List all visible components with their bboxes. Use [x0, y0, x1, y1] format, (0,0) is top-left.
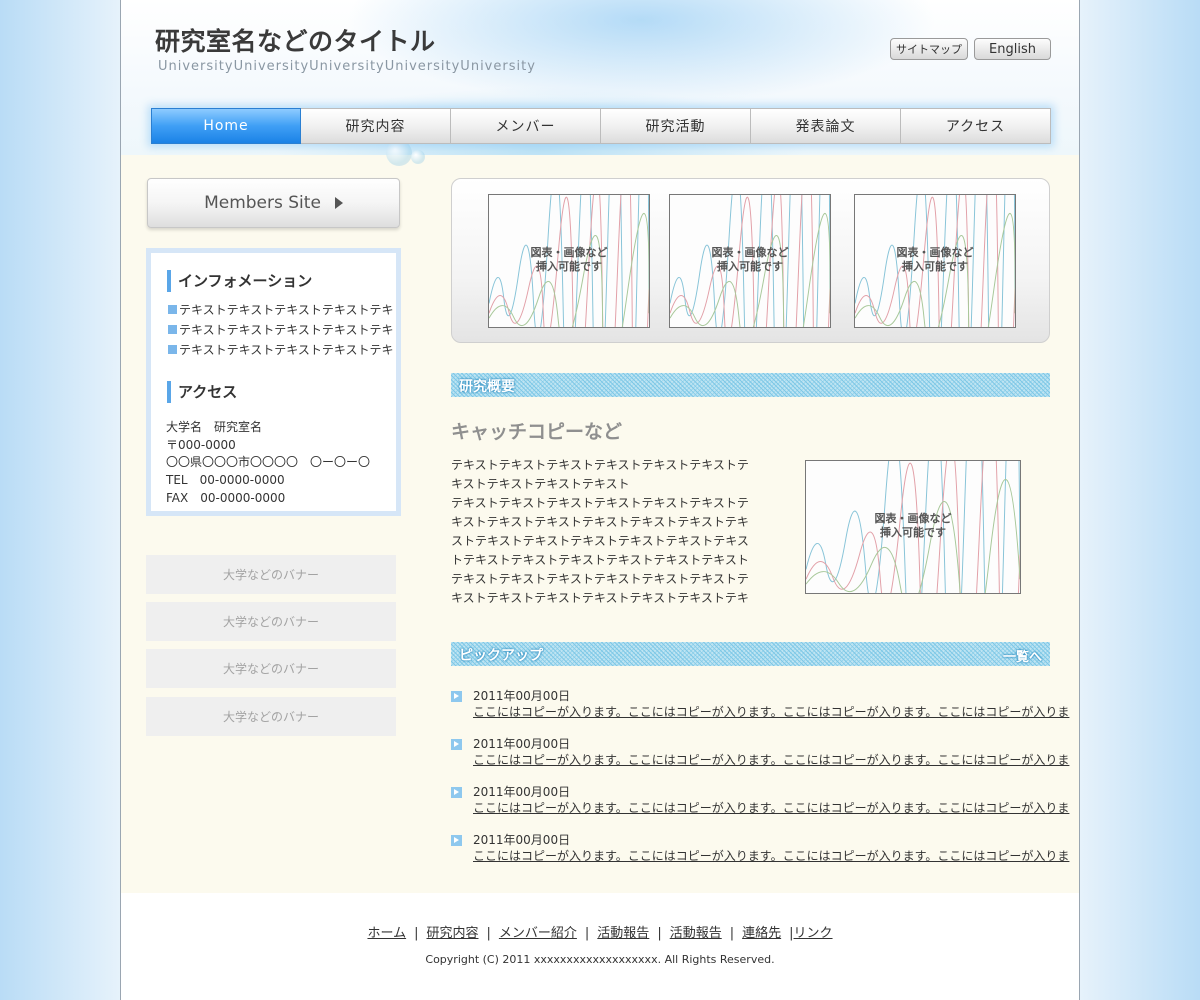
site-subtitle: UniversityUniversityUniversityUniversity… — [158, 59, 536, 74]
address-line: 〇〇県〇〇〇市〇〇〇〇 〇ー〇ー〇 — [166, 455, 371, 469]
overview-section-heading: 研究概要 — [451, 373, 1050, 397]
page-container: 研究室名などのタイトル UniversityUniversityUniversi… — [120, 0, 1080, 1000]
news-link[interactable]: ここにはコピーが入ります。ここにはコピーが入ります。ここにはコピーが入ります。こ… — [473, 703, 1069, 720]
info-box: インフォメーション テキストテキストテキストテキストテキ テキストテキストテキス… — [146, 248, 401, 516]
nav-research[interactable]: 研究内容 — [301, 108, 451, 144]
catch-copy: キャッチコピーなど — [451, 421, 623, 443]
body-line: キストテキストテキストテキスト — [451, 477, 630, 491]
info-item[interactable]: テキストテキストテキストテキストテキ — [168, 341, 394, 358]
placeholder-text: 挿入可能です — [717, 260, 783, 273]
header: 研究室名などのタイトル UniversityUniversityUniversi… — [121, 0, 1079, 166]
arrow-right-icon — [334, 197, 343, 209]
info-heading: インフォメーション — [167, 270, 312, 292]
footer-link-links[interactable]: リンク — [794, 926, 833, 941]
news-date: 2011年00月00日 — [473, 689, 571, 703]
arrow-bullet-icon — [451, 739, 462, 750]
placeholder-text: 図表・画像など — [874, 512, 952, 525]
image-placeholder[interactable]: 図表・画像など 挿入可能です — [854, 194, 1016, 328]
address-line: 大学名 研究室名 — [166, 420, 263, 434]
university-banner[interactable]: 大学などのバナー — [146, 649, 396, 688]
arrow-bullet-icon — [451, 787, 462, 798]
nav-home[interactable]: Home — [151, 108, 301, 144]
arrow-bullet-icon — [451, 691, 462, 702]
info-item[interactable]: テキストテキストテキストテキストテキ — [168, 321, 394, 338]
body-line: キストテキストテキストテキストテキストテキストテキ — [451, 515, 749, 529]
members-site-button[interactable]: Members Site — [147, 178, 400, 228]
news-link[interactable]: ここにはコピーが入ります。ここにはコピーが入ります。ここにはコピーが入ります。こ… — [473, 799, 1069, 816]
access-heading: アクセス — [167, 381, 237, 403]
footer-link-reports[interactable]: 活動報告 — [670, 926, 722, 941]
english-button[interactable]: English — [974, 38, 1051, 60]
square-bullet-icon — [168, 345, 177, 354]
footer-nav: ホーム | 研究内容 | メンバー紹介 | 活動報告 | 活動報告 | 連絡先 |リンク — [367, 926, 833, 941]
placeholder-text: 挿入可能です — [902, 260, 968, 273]
footer-link-home[interactable]: ホーム — [367, 926, 406, 941]
placeholder-text: 挿入可能です — [536, 260, 602, 273]
news-link[interactable]: ここにはコピーが入ります。ここにはコピーが入ります。ここにはコピーが入ります。こ… — [473, 751, 1069, 768]
image-placeholder[interactable]: 図表・画像など 挿入可能です — [805, 460, 1021, 594]
footer-link-research[interactable]: 研究内容 — [426, 926, 478, 941]
footer-link-activities[interactable]: 活動報告 — [597, 926, 649, 941]
body-text: テキストテキストテキストテキストテキストテキストテ キストテキストテキストテキス… — [451, 456, 781, 608]
body-line: ストテキストテキストテキストテキストテキストテキス — [451, 534, 749, 548]
placeholder-text: 図表・画像など — [711, 246, 789, 259]
pickup-heading-text: ピックアップ — [459, 648, 543, 664]
image-placeholder[interactable]: 図表・画像など 挿入可能です — [669, 194, 831, 328]
pickup-section-heading: ピックアップ 一覧へ — [451, 642, 1050, 666]
image-placeholder[interactable]: 図表・画像など 挿入可能です — [488, 194, 650, 328]
news-date: 2011年00月00日 — [473, 833, 571, 847]
square-bullet-icon — [168, 305, 177, 314]
university-banner[interactable]: 大学などのバナー — [146, 602, 396, 641]
university-banner[interactable]: 大学などのバナー — [146, 697, 396, 736]
address-line: TEL 00-0000-0000 — [166, 473, 285, 487]
address-line: FAX 00-0000-0000 — [166, 491, 286, 505]
body-line: テキストテキストテキストテキストテキストテキストテ — [451, 458, 749, 472]
nav-activities[interactable]: 研究活動 — [601, 108, 751, 144]
body-line: テキストテキストテキストテキストテキストテキストテ — [451, 496, 749, 510]
nav-members[interactable]: メンバー — [451, 108, 601, 144]
bubble-decoration — [411, 150, 425, 164]
placeholder-text: 挿入可能です — [880, 526, 946, 539]
news-date: 2011年00月00日 — [473, 785, 571, 799]
university-banner[interactable]: 大学などのバナー — [146, 555, 396, 594]
placeholder-text: 図表・画像など — [530, 246, 608, 259]
copyright: Copyright (C) 2011 xxxxxxxxxxxxxxxxxxx. … — [425, 953, 775, 966]
overview-heading-text: 研究概要 — [459, 379, 515, 395]
image-panel: 図表・画像など 挿入可能です 図表・画像など 挿入可能です 図表・画像など 挿入… — [451, 178, 1050, 343]
body-line: テキストテキストテキストテキストテキストテキストテ — [451, 572, 749, 586]
news-link[interactable]: ここにはコピーが入ります。ここにはコピーが入ります。ここにはコピーが入ります。こ… — [473, 847, 1069, 864]
arrow-bullet-icon — [451, 835, 462, 846]
view-all-link[interactable]: 一覧へ — [1003, 646, 1042, 665]
footer: ホーム | 研究内容 | メンバー紹介 | 活動報告 | 活動報告 | 連絡先 |リンク Copyri… — [121, 893, 1079, 1000]
body-line: トテキストテキストテキストテキストテキストテキスト — [451, 553, 749, 567]
info-item[interactable]: テキストテキストテキストテキストテキ — [168, 301, 394, 318]
members-site-label: Members Site — [204, 193, 321, 213]
footer-link-members[interactable]: メンバー紹介 — [499, 926, 577, 941]
square-bullet-icon — [168, 325, 177, 334]
global-nav: Home 研究内容 メンバー 研究活動 発表論文 アクセス — [151, 108, 1051, 144]
footer-link-contact[interactable]: 連絡先 — [742, 926, 781, 941]
sitemap-button[interactable]: サイトマップ — [890, 38, 968, 60]
nav-access[interactable]: アクセス — [901, 108, 1051, 144]
nav-papers[interactable]: 発表論文 — [751, 108, 901, 144]
news-date: 2011年00月00日 — [473, 737, 571, 751]
body-line: キストテキストテキストテキストテキストテキストテキ — [451, 591, 749, 605]
placeholder-text: 図表・画像など — [896, 246, 974, 259]
address-line: 〒000-0000 — [166, 438, 236, 452]
site-title[interactable]: 研究室名などのタイトル — [155, 22, 436, 58]
